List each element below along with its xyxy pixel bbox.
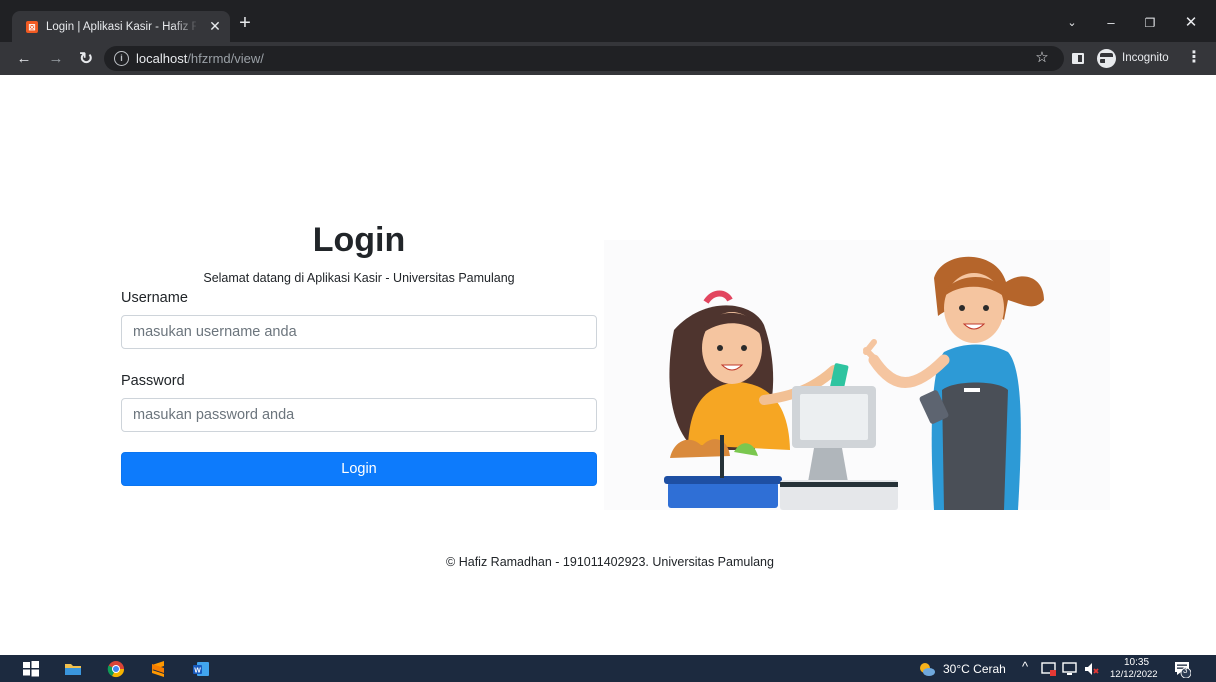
windows-taskbar: W 30°C Cerah ^ 10:35 12/12/2022 3 [0,655,1216,682]
chevron-down-icon[interactable]: ⌄ [1060,13,1084,33]
incognito-icon[interactable] [1097,49,1123,68]
plus-icon[interactable]: + [236,13,254,33]
display-icon[interactable] [1062,661,1078,677]
network-icon[interactable] [1041,661,1057,677]
page-title: Login [312,221,406,259]
volume-muted-icon[interactable] [1083,661,1099,677]
notification-count-badge: 3 [1183,666,1188,675]
cashier-illustration [604,240,1110,510]
chevron-up-icon[interactable]: ^ [1022,660,1028,674]
close-icon[interactable]: ✕ [207,18,223,34]
weather-cloud-icon[interactable] [918,660,936,678]
weather-text[interactable]: 30°C Cerah [943,662,1006,676]
browser-tab-bar: ⊠ Login | Aplikasi Kasir - Hafiz Ramadha… [0,0,1216,42]
browser-toolbar: ← → ↻ i localhost/hfzrmd/view/ ☆ Incogni… [0,42,1216,75]
side-panel-icon[interactable] [1072,53,1084,64]
clock-time[interactable]: 10:35 [1124,657,1149,668]
microsoft-word-icon[interactable]: W [192,660,210,678]
star-icon[interactable]: ☆ [1032,48,1052,68]
minimize-icon[interactable]: – [1099,13,1123,33]
screen: ⊠ Login | Aplikasi Kasir - Hafiz Ramadha… [0,0,1216,682]
back-arrow-icon[interactable]: ← [14,49,34,69]
windows-start-icon[interactable] [22,660,40,678]
password-label: Password [121,373,185,389]
restore-icon[interactable]: ❐ [1138,13,1162,33]
sublime-text-icon[interactable] [149,660,167,678]
address-bar[interactable]: i localhost/hfzrmd/view/ [104,46,1064,71]
incognito-label[interactable]: Incognito [1122,50,1169,67]
url-host: localhost [136,51,188,66]
notification-center-icon[interactable] [1173,660,1191,678]
svg-text:W: W [194,668,201,675]
browser-tab-active[interactable]: ⊠ Login | Aplikasi Kasir - Hafiz Ramadha… [12,11,230,42]
footer-copyright: © Hafiz Ramadhan - 191011402923. Univers… [446,555,774,569]
kebab-menu-icon[interactable]: ⋮ [1186,48,1202,69]
xampp-favicon-icon: ⊠ [26,21,38,33]
password-input[interactable] [121,398,597,432]
address-bar-url: localhost/hfzrmd/view/ [136,50,264,67]
page-subtitle: Selamat datang di Aplikasi Kasir - Unive… [203,271,515,285]
forward-arrow-icon[interactable]: → [46,49,66,69]
username-input[interactable] [121,315,597,349]
info-icon[interactable]: i [114,51,129,66]
url-path: /hfzrmd/view/ [187,51,264,66]
tab-title-fade [172,19,200,35]
file-explorer-icon[interactable] [64,660,82,678]
username-label: Username [121,290,188,306]
reload-icon[interactable]: ↻ [76,49,96,69]
login-button[interactable]: Login [121,452,597,486]
chrome-icon[interactable] [107,660,125,678]
close-window-icon[interactable]: ✕ [1179,13,1203,33]
clock-date[interactable]: 12/12/2022 [1110,669,1158,680]
